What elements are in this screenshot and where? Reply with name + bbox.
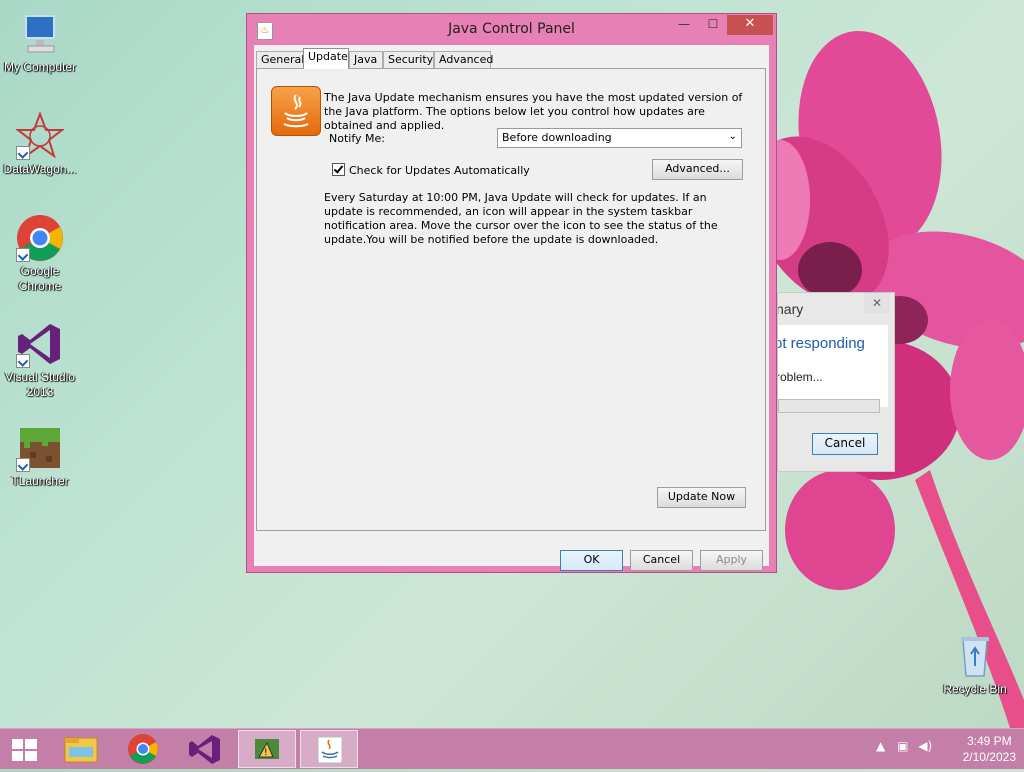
dialog-message: roblem... [777,370,823,384]
shortcut-arrow-icon [16,146,30,160]
datawagon-icon [15,111,65,160]
desktop-icon-label: TLauncher [11,474,69,488]
file-explorer-icon [64,737,98,763]
cancel-button[interactable]: Cancel [630,550,693,571]
svg-text:!: ! [264,748,268,758]
desktop-icon-label: My Computer [3,60,77,74]
update-now-button[interactable]: Update Now [657,487,746,508]
close-icon[interactable]: ✕ [864,293,890,313]
network-icon[interactable]: ▣ [897,739,908,753]
windows-logo-icon [12,739,37,761]
shortcut-arrow-icon [16,458,30,472]
app-icon: ! [255,739,279,759]
tab-security[interactable]: Security [383,51,434,68]
chevron-down-icon: ⌄ [728,131,737,142]
close-button[interactable]: ✕ [727,15,773,35]
desktop-icon-label: Recycle Bin [943,682,1007,696]
chrome-icon [16,214,64,262]
java-icon [317,736,343,764]
show-hidden-icons-icon[interactable]: ▲ [876,739,885,753]
desktop-icon-tlauncher[interactable]: TLauncher [0,424,80,489]
taskbar-app[interactable]: ! [238,730,296,768]
minimize-button[interactable]: — [671,15,697,35]
tab-update[interactable]: Update [303,48,349,69]
update-intro-text: The Java Update mechanism ensures you ha… [324,91,743,132]
auto-update-checkbox[interactable] [332,163,345,176]
desktop-icon-chrome[interactable]: Google Chrome [0,214,80,294]
cancel-button[interactable]: Cancel [812,433,878,455]
notify-me-value: Before downloading [502,131,612,144]
auto-update-row[interactable]: Check for Updates Automatically [332,163,530,177]
not-responding-dialog: nary ✕ ot responding roblem... Cancel [777,292,895,472]
clock-time: 3:49 PM [966,734,1012,748]
recycle-bin-icon [951,632,999,680]
update-panel: The Java Update mechanism ensures you ha… [256,68,766,531]
computer-icon [16,10,64,58]
desktop-icon-datawagon[interactable]: DataWagon... [0,111,80,177]
desktop-icon-my-computer[interactable]: My Computer [0,10,80,75]
schedule-description: Every Saturday at 10:00 PM, Java Update … [324,191,718,246]
desktop-icon-label: Google Chrome [18,264,62,293]
tab-java[interactable]: Java [349,51,383,68]
taskbar-file-explorer[interactable] [52,730,110,768]
notify-me-dropdown[interactable]: Before downloading ⌄ [497,128,742,148]
system-tray-icons[interactable]: ▲ ▣ ◀) [876,739,932,753]
ok-button[interactable]: OK [560,550,623,571]
taskbar-visual-studio[interactable] [176,730,234,768]
dialog-title: nary [777,301,804,317]
tab-advanced[interactable]: Advanced [434,51,493,68]
desktop-icon-label: DataWagon... [3,162,77,176]
clock[interactable]: 3:49 PM 2/10/2023 [963,733,1016,765]
auto-update-label: Check for Updates Automatically [349,164,530,177]
notify-me-label: Notify Me: [329,132,385,145]
java-control-panel-window: ♨ Java Control Panel — ☐ ✕ General Updat… [246,13,777,573]
dialog-heading: ot responding [777,335,865,352]
desktop-icon-label: Visual Studio 2013 [5,370,75,399]
maximize-button[interactable]: ☐ [700,15,726,35]
clock-date: 2/10/2023 [962,750,1016,764]
shortcut-arrow-icon [16,354,30,368]
advanced-button[interactable]: Advanced... [652,159,743,180]
java-logo-icon [271,86,321,136]
minecraft-icon [16,424,64,472]
desktop-icon-recycle-bin[interactable]: Recycle Bin [935,632,1015,697]
window-client: General Update Java Security Advanced Th… [254,45,769,571]
progress-bar [778,399,880,413]
tab-general[interactable]: General [256,51,304,68]
start-button[interactable] [2,730,46,768]
shortcut-arrow-icon [16,248,30,262]
chrome-icon [128,734,158,764]
visual-studio-icon [16,320,64,368]
volume-icon[interactable]: ◀) [918,739,932,753]
visual-studio-icon [189,735,220,764]
taskbar-java[interactable] [300,730,358,768]
title-bar[interactable]: ♨ Java Control Panel — ☐ ✕ [247,14,776,46]
desktop-icon-visual-studio[interactable]: Visual Studio 2013 [0,320,80,400]
apply-button[interactable]: Apply [700,550,763,571]
taskbar-chrome[interactable] [114,730,172,768]
taskbar: ! ▲ ▣ ◀) 3:49 PM 2/10/2023 [0,728,1024,769]
